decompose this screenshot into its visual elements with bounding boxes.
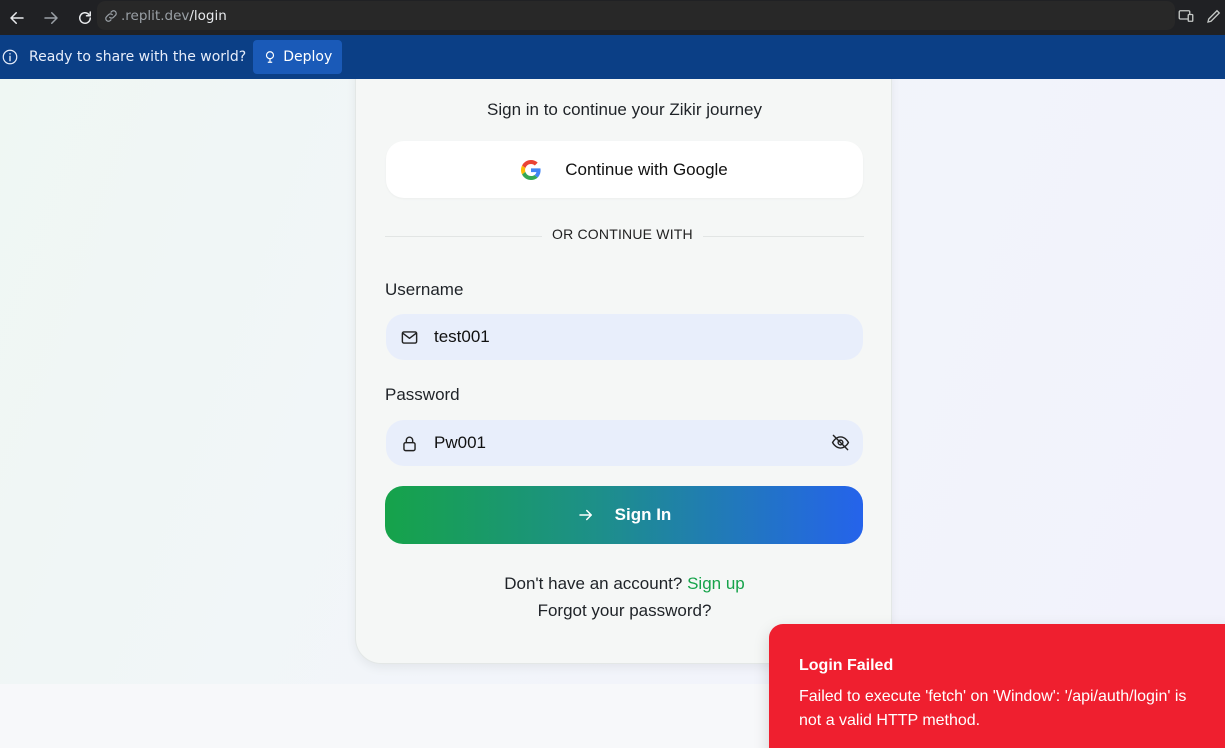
google-signin-button[interactable]: Continue with Google xyxy=(386,141,863,198)
link-icon xyxy=(105,9,117,22)
url-path: /login xyxy=(189,7,227,24)
arrow-right-icon xyxy=(578,509,592,521)
url-text: .replit.dev/login xyxy=(121,8,227,24)
username-label: Username xyxy=(385,280,464,299)
google-icon xyxy=(521,159,541,180)
toast-message: Failed to execute 'fetch' on 'Window': '… xyxy=(799,688,1187,729)
lock-icon xyxy=(403,436,416,451)
url-domain: .replit.dev xyxy=(121,7,190,24)
forward-button[interactable] xyxy=(34,3,68,33)
no-account-text: Don't have an account? xyxy=(504,574,683,593)
password-value: Pw001 xyxy=(434,433,486,452)
reload-icon xyxy=(79,10,91,24)
deploy-icon xyxy=(266,51,275,63)
mail-icon xyxy=(401,330,418,344)
banner-text: Ready to share with the world? xyxy=(29,49,247,65)
address-bar[interactable]: .replit.dev/login xyxy=(97,1,1175,30)
deploy-banner: Ready to share with the world? Deploy xyxy=(0,35,1225,79)
signup-row: Don't have an account? Sign up xyxy=(356,574,893,594)
username-field[interactable]: test001 xyxy=(386,314,863,360)
pen-icon[interactable] xyxy=(1205,7,1223,25)
signin-label: Sign In xyxy=(614,505,672,524)
deploy-label: Deploy xyxy=(283,49,333,65)
forgot-password-link[interactable]: Forgot your password? xyxy=(356,601,893,621)
error-toast[interactable]: Login Failed Failed to execute 'fetch' o… xyxy=(769,624,1225,748)
info-icon xyxy=(0,47,20,67)
toast-title: Login Failed xyxy=(799,657,894,674)
signup-link[interactable]: Sign up xyxy=(687,574,745,593)
login-card: Sign in to continue your Zikir journey C… xyxy=(355,79,892,664)
browser-toolbar: .replit.dev/login xyxy=(0,0,1225,35)
page-background: Sign in to continue your Zikir journey C… xyxy=(0,79,1225,684)
deploy-button[interactable]: Deploy xyxy=(253,40,343,74)
eye-off-icon[interactable] xyxy=(831,433,850,452)
password-field[interactable]: Pw001 xyxy=(386,420,863,466)
cast-icon[interactable] xyxy=(1177,7,1195,25)
signin-button[interactable]: Sign In xyxy=(385,486,863,544)
back-button[interactable] xyxy=(0,3,34,33)
toolbar-actions xyxy=(1177,4,1225,28)
divider-text: OR CONTINUE WITH xyxy=(542,226,703,242)
username-value: test001 xyxy=(434,327,490,346)
arrow-left-icon xyxy=(10,11,24,24)
arrow-right-icon xyxy=(44,11,58,24)
password-label: Password xyxy=(385,385,460,404)
login-subtitle: Sign in to continue your Zikir journey xyxy=(487,100,762,119)
google-label: Continue with Google xyxy=(565,159,728,179)
